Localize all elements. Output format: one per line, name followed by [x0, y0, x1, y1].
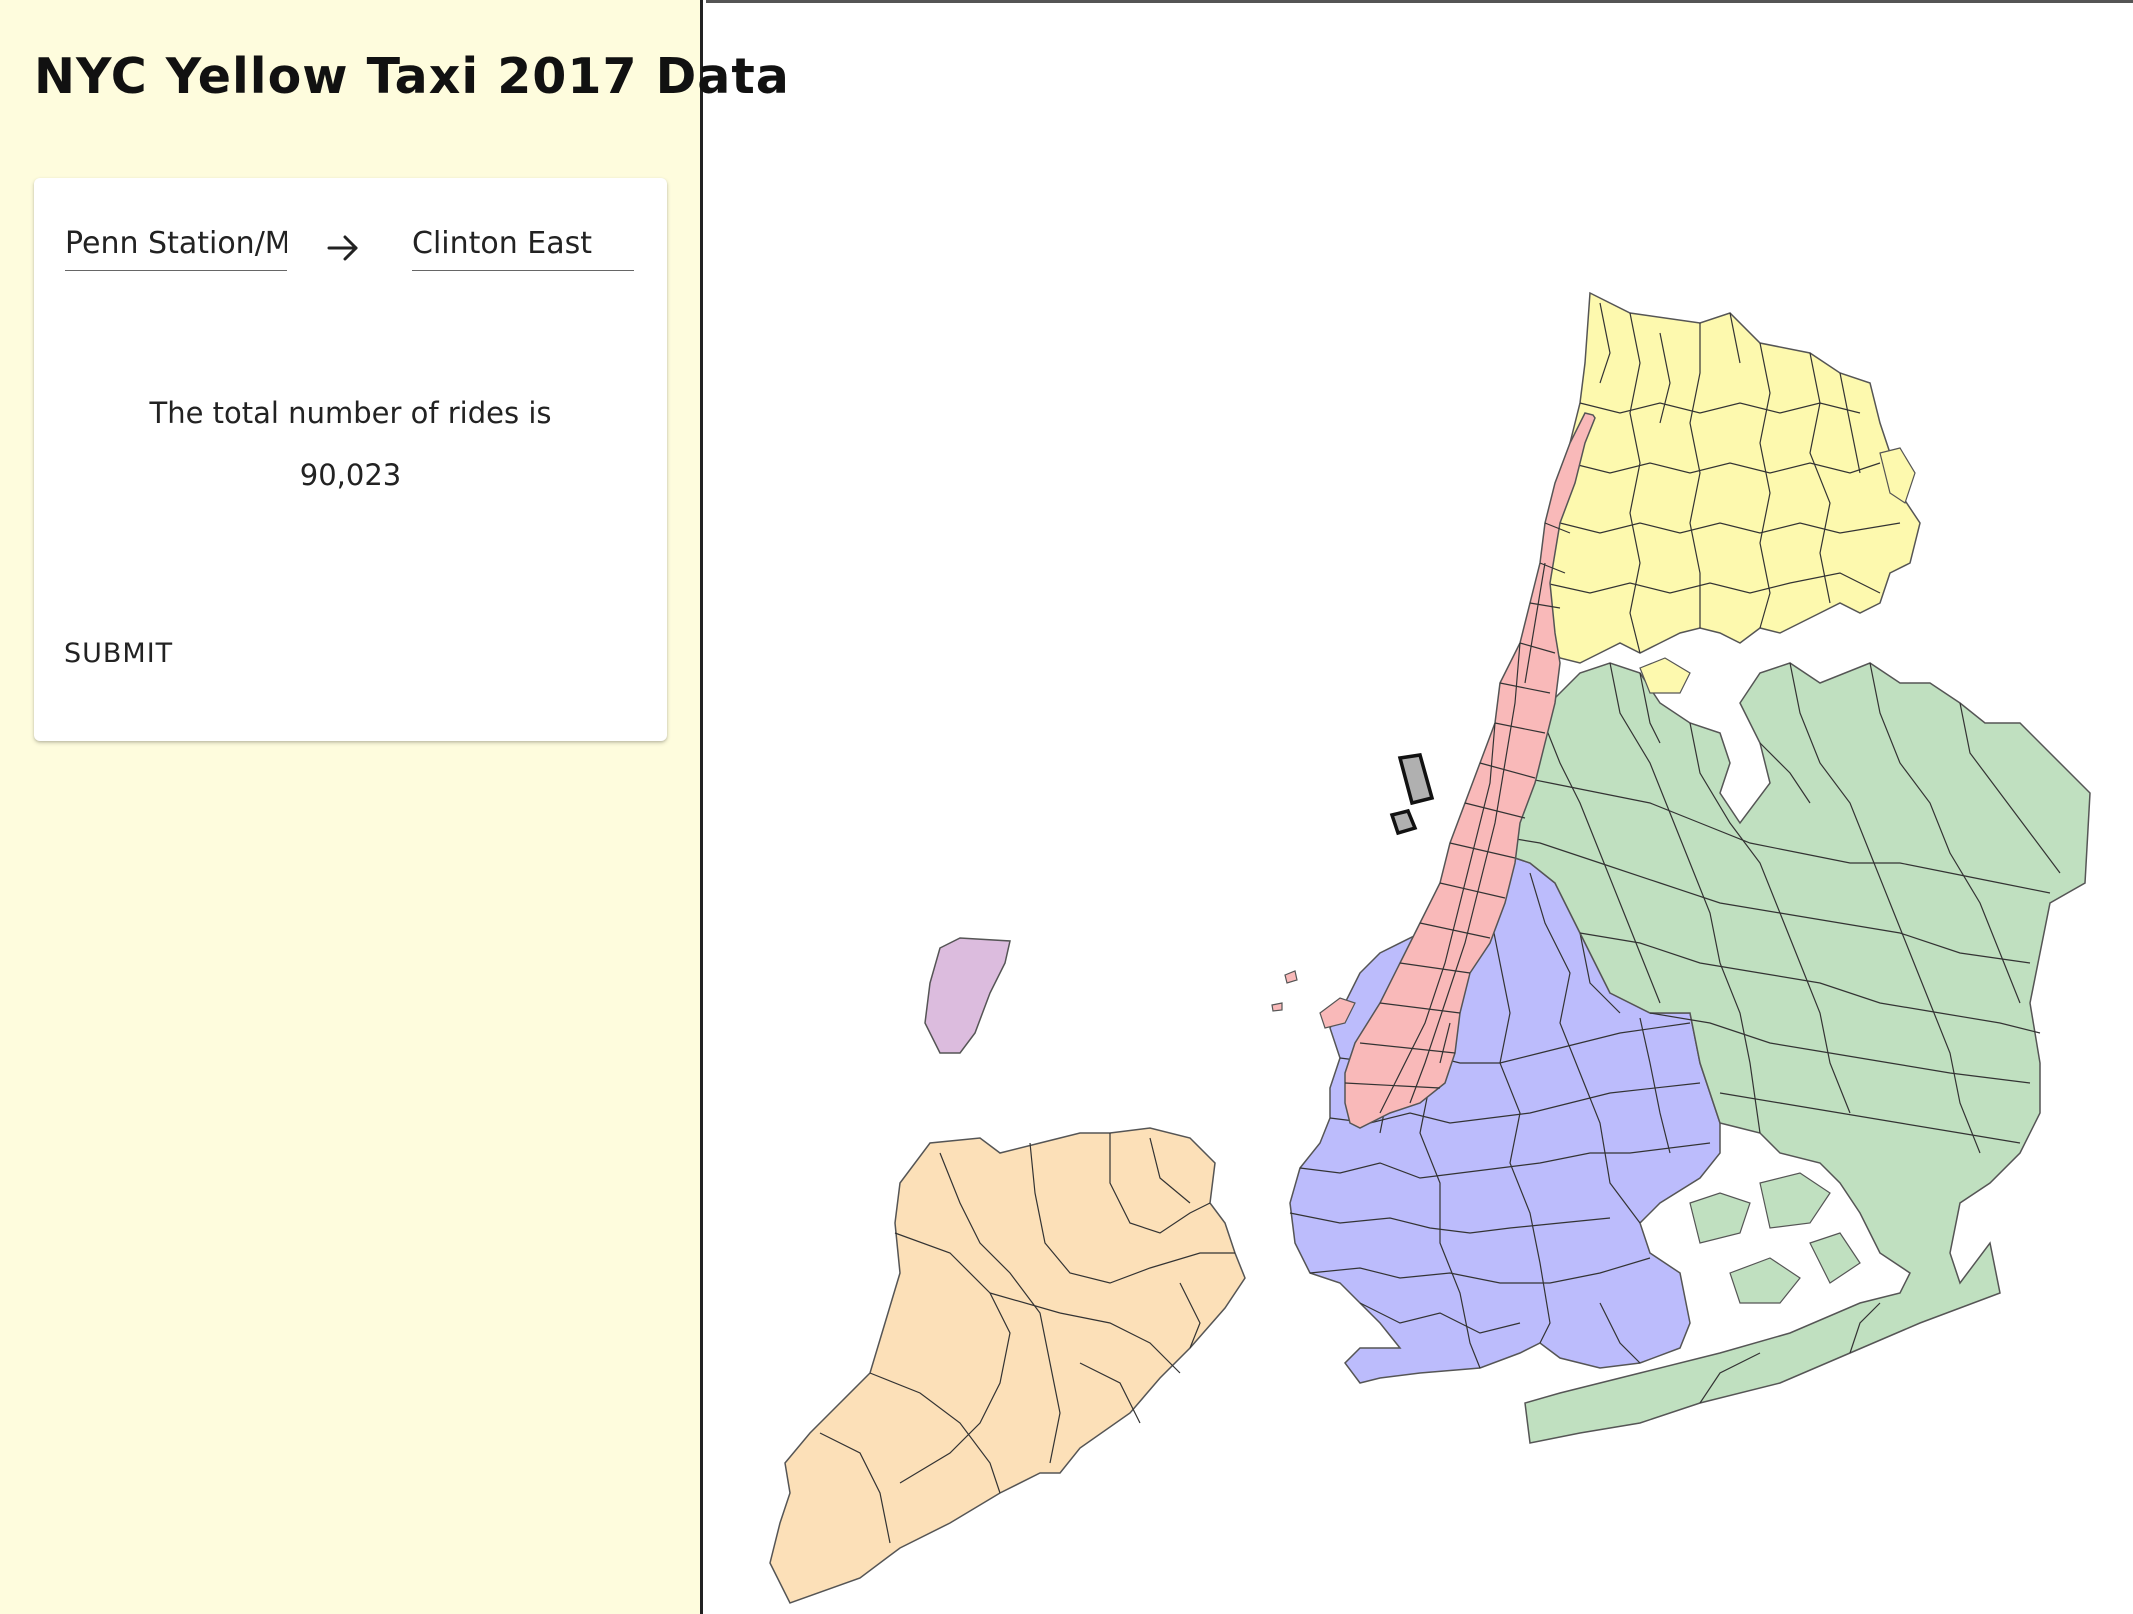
queens-bay-islands	[1689, 1172, 1861, 1304]
liberty-islands	[1271, 970, 1356, 1029]
borough-ewr[interactable]	[924, 937, 1011, 1054]
arrow-right-icon	[327, 235, 358, 261]
sidebar: NYC Yellow Taxi 2017 Data Penn Station/M…	[0, 0, 789, 1614]
result-label: The total number of rides is	[149, 396, 552, 430]
query-card: Penn Station/Madison Sq West Clinton Eas…	[34, 178, 667, 741]
highlight-zone-penn-station[interactable]	[1389, 808, 1418, 836]
borough-bronx[interactable]	[1539, 291, 1921, 664]
app-root: NYC Yellow Taxi 2017 Data Penn Station/M…	[0, 0, 2133, 1614]
to-zone-field[interactable]: Clinton East	[412, 218, 634, 271]
submit-button[interactable]: SUBMIT	[64, 638, 173, 669]
from-zone-field[interactable]: Penn Station/Madison Sq West	[65, 218, 287, 271]
borough-staten-island[interactable]	[769, 1127, 1246, 1604]
highlight-zone-clinton-east[interactable]	[1397, 753, 1435, 806]
page-title: NYC Yellow Taxi 2017 Data	[34, 48, 790, 105]
result-value: 90,023	[299, 458, 402, 492]
nyc-taxi-zone-map	[769, 291, 2091, 1604]
map-panel	[706, 0, 2133, 1614]
